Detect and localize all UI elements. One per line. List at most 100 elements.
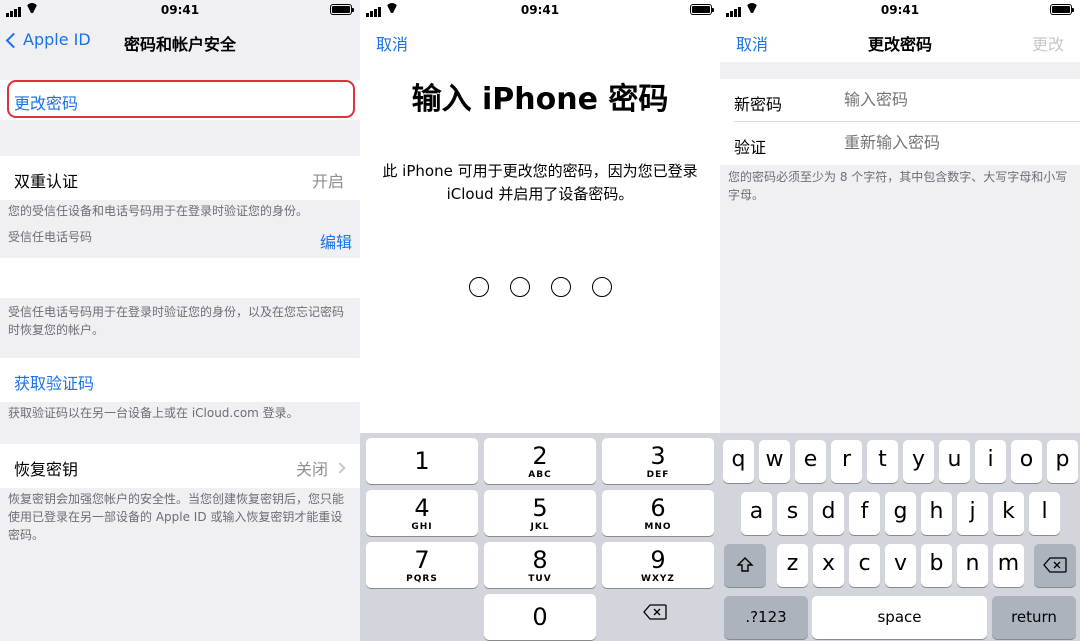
key-u[interactable]: u — [939, 440, 970, 483]
battery-icon — [1050, 4, 1074, 15]
battery-icon — [690, 4, 714, 15]
phone-number-row — [0, 258, 360, 298]
key-1[interactable]: 1 — [366, 438, 478, 484]
two-factor-row: 双重认证 开启 — [0, 156, 360, 200]
passcode-dot — [509, 277, 530, 297]
key-s[interactable]: s — [777, 492, 808, 535]
key-g[interactable]: g — [885, 492, 916, 535]
status-bar: 09:41 — [360, 0, 720, 20]
passcode-dot — [550, 277, 571, 297]
recovery-key-row[interactable]: 恢复密钥 关闭 — [0, 444, 360, 488]
get-code-row[interactable]: 获取验证码 — [0, 358, 360, 402]
key-k[interactable]: k — [993, 492, 1024, 535]
get-code-note: 获取验证码以在另一台设备上或在 iCloud.com 登录。 — [8, 406, 299, 420]
key-h[interactable]: h — [921, 492, 952, 535]
key-t[interactable]: t — [867, 440, 898, 483]
key-7[interactable]: 7 PQRS — [366, 542, 478, 588]
delete-key[interactable] — [1034, 544, 1076, 587]
key-b[interactable]: b — [921, 544, 952, 587]
status-time: 09:41 — [880, 3, 920, 17]
key-8[interactable]: 8 TUV — [484, 542, 596, 588]
key-digit: 9 — [650, 546, 666, 574]
enter-passcode-screen: 09:41 取消 输入 iPhone 密码 此 iPhone 可用于更改您的密码… — [360, 0, 720, 641]
change-button[interactable]: 更改 — [1032, 31, 1064, 55]
key-letters: MNO — [644, 522, 672, 532]
key-letters: TUV — [528, 574, 552, 584]
cancel-button[interactable]: 取消 — [376, 31, 408, 55]
return-key[interactable]: return — [992, 596, 1076, 639]
highlight-outline — [7, 80, 355, 118]
key-letters: JKL — [530, 522, 550, 532]
shift-icon — [736, 557, 754, 572]
two-factor-note: 您的受信任设备和电话号码用于在登录时验证您的身份。 — [8, 204, 309, 218]
recovery-key-value-wrap: 关闭 — [295, 456, 346, 480]
page-title: 更改密码 — [867, 35, 932, 54]
key-e[interactable]: e — [795, 440, 826, 483]
key-q[interactable]: q — [723, 440, 754, 483]
key-w[interactable]: w — [759, 440, 790, 483]
key-y[interactable]: y — [903, 440, 934, 483]
key-digit: 4 — [414, 494, 430, 522]
new-password-input[interactable] — [844, 90, 1064, 109]
key-z[interactable]: z — [777, 544, 808, 587]
key-i[interactable]: i — [975, 440, 1006, 483]
two-factor-label: 双重认证 — [14, 172, 79, 191]
status-bar: 09:41 — [720, 0, 1080, 20]
key-r[interactable]: r — [831, 440, 862, 483]
space-key[interactable]: space — [812, 596, 987, 639]
verify-password-input[interactable] — [844, 133, 1064, 152]
numbers-key[interactable]: .?123 — [724, 596, 808, 639]
key-digit: 0 — [532, 603, 548, 631]
key-9[interactable]: 9 WXYZ — [602, 542, 714, 588]
passcode-title: 输入 iPhone 密码 — [411, 82, 669, 117]
key-4[interactable]: 4 GHI — [366, 490, 478, 536]
two-factor-value: 开启 — [311, 172, 344, 191]
key-a[interactable]: a — [741, 492, 772, 535]
key-2[interactable]: 2 ABC — [484, 438, 596, 484]
key-m[interactable]: m — [993, 544, 1024, 587]
passcode-dot — [591, 277, 612, 297]
key-6[interactable]: 6 MNO — [602, 490, 714, 536]
divider — [734, 121, 1080, 122]
nav-bar: 取消 — [360, 20, 720, 62]
new-password-label: 新密码 — [734, 95, 783, 114]
status-bar: 09:41 — [0, 0, 360, 20]
key-p[interactable]: p — [1047, 440, 1078, 483]
recovery-note: 恢复密钥会加强您帐户的安全性。当您创建恢复密钥后，您只能使用已登录在另一部设备的… — [8, 492, 345, 542]
nav-bar: Apple ID 密码和帐户安全 — [0, 20, 360, 62]
key-letters: WXYZ — [641, 574, 675, 584]
key-x[interactable]: x — [813, 544, 844, 587]
key-v[interactable]: v — [885, 544, 916, 587]
delete-icon — [1043, 557, 1067, 573]
key-0[interactable]: 0 — [484, 594, 596, 640]
passcode-description: 此 iPhone 可用于更改您的密码，因为您已登录 iCloud 并启用了设备密… — [382, 162, 698, 203]
key-f[interactable]: f — [849, 492, 880, 535]
key-5[interactable]: 5 JKL — [484, 490, 596, 536]
chevron-right-icon — [334, 462, 346, 474]
key-digit: 6 — [650, 494, 666, 522]
get-code-label: 获取验证码 — [14, 374, 95, 393]
key-o[interactable]: o — [1011, 440, 1042, 483]
page-title: 密码和帐户安全 — [123, 35, 236, 54]
trusted-phone-label: 受信任电话号码 — [8, 230, 93, 244]
key-digit: 7 — [414, 546, 430, 574]
key-d[interactable]: d — [813, 492, 844, 535]
key-n[interactable]: n — [957, 544, 988, 587]
password-requirements-note: 您的密码必须至少为 8 个字符，其中包含数字、大写字母和小写字母。 — [728, 170, 1068, 202]
phone-note: 受信任电话号码用于在登录时验证您的身份，以及在您忘记密码时恢复您的帐户。 — [8, 305, 345, 337]
delete-icon[interactable] — [643, 604, 667, 620]
verify-label: 验证 — [734, 138, 767, 157]
recovery-key-value: 关闭 — [295, 460, 328, 479]
change-password-screen: 09:41 取消 更改密码 更改 新密码 验证 您的密码必须至少为 8 个字符，… — [720, 0, 1080, 641]
password-form: 新密码 验证 — [720, 79, 1080, 165]
edit-button[interactable]: 编辑 — [320, 229, 352, 253]
key-j[interactable]: j — [957, 492, 988, 535]
keyboard: q w e r t y u i o p a s d f g h j k l z x c v b n m .?123 space retu… — [720, 433, 1080, 641]
key-digit: 5 — [532, 494, 548, 522]
key-3[interactable]: 3 DEF — [602, 438, 714, 484]
shift-key[interactable] — [724, 544, 766, 587]
numeric-keypad: 1 2 ABC 3 DEF 4 GHI 5 JKL 6 MNO 7 PQRS 8 TUV 9W… — [360, 433, 720, 641]
key-c[interactable]: c — [849, 544, 880, 587]
key-l[interactable]: l — [1029, 492, 1060, 535]
key-letters: GHI — [411, 522, 433, 532]
